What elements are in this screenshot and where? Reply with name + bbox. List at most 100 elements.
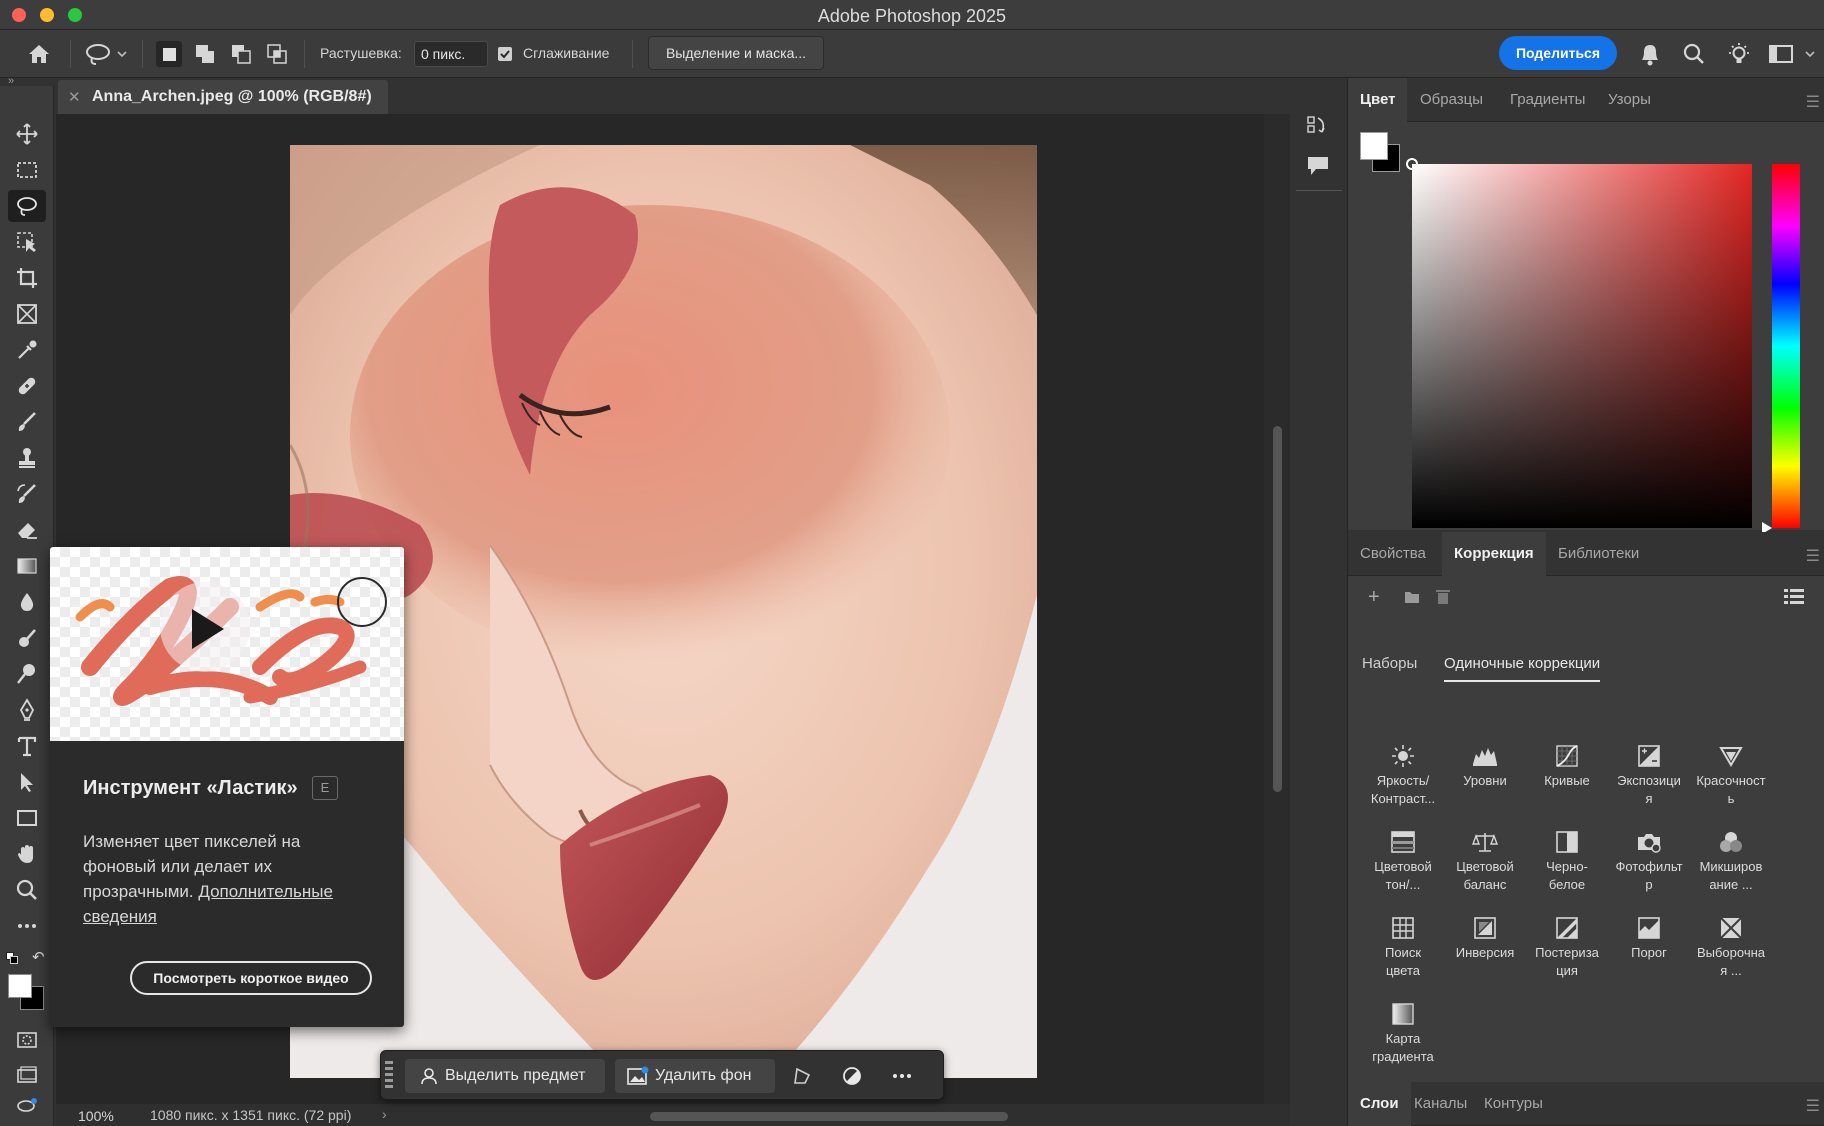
rectangle-tool[interactable]: [8, 802, 46, 834]
tab-channels[interactable]: Каналы: [1402, 1082, 1479, 1126]
tab-single-adjustments[interactable]: Одиночные коррекции: [1444, 655, 1601, 682]
search-button[interactable]: [1682, 41, 1706, 67]
vertical-scrollbar[interactable]: [1264, 114, 1290, 1104]
scroll-thumb[interactable]: [1273, 426, 1282, 792]
intersect-selection-button[interactable]: [264, 41, 290, 67]
brush-tool[interactable]: [8, 406, 46, 438]
add-adjustment-button[interactable]: +: [1368, 586, 1380, 609]
swap-colors-icon[interactable]: ↶: [32, 948, 45, 966]
adjustment-vibrance[interactable]: Красочност ь: [1690, 744, 1772, 808]
tab-libraries[interactable]: Библиотеки: [1546, 532, 1651, 576]
hand-tool[interactable]: [8, 838, 46, 870]
tab-swatches[interactable]: Образцы: [1408, 78, 1495, 122]
history-brush-tool[interactable]: [8, 478, 46, 510]
path-select-tool[interactable]: [8, 766, 46, 798]
healing-brush-tool[interactable]: [8, 370, 46, 402]
screen-mode-button[interactable]: [8, 1060, 46, 1092]
adjustment-color-balance[interactable]: Цветовой баланс: [1444, 830, 1526, 894]
panel-menu-icon[interactable]: ☰: [1806, 546, 1820, 566]
new-selection-button[interactable]: [156, 41, 182, 67]
object-select-tool[interactable]: [8, 226, 46, 258]
tab-patterns[interactable]: Узоры: [1596, 78, 1663, 122]
pen-tool[interactable]: [8, 694, 46, 726]
color-picker-field[interactable]: [1412, 164, 1752, 528]
adjustment-levels[interactable]: Уровни: [1444, 744, 1526, 790]
select-and-mask-button[interactable]: Выделение и маска...: [648, 36, 824, 70]
list-view-button[interactable]: [1784, 588, 1804, 606]
horizontal-scroll-thumb[interactable]: [650, 1112, 1008, 1121]
select-subject-button[interactable]: Выделить предмет: [405, 1059, 605, 1093]
tab-presets[interactable]: Наборы: [1362, 655, 1417, 672]
adjustment-selective-color[interactable]: Выборочна я ...: [1690, 916, 1772, 980]
default-colors-icon[interactable]: [6, 952, 18, 964]
panel-menu-icon[interactable]: ☰: [1806, 92, 1820, 112]
dodge-tool[interactable]: [8, 658, 46, 690]
eraser-tool[interactable]: [8, 514, 46, 546]
document-tab[interactable]: ✕ Anna_Archen.jpeg @ 100% (RGB/8#): [58, 80, 388, 114]
zoom-level[interactable]: 100%: [78, 1108, 114, 1124]
new-group-button[interactable]: [1404, 590, 1420, 604]
quick-mask-button[interactable]: [8, 1024, 46, 1056]
feather-input[interactable]: 0 пикс.: [414, 41, 488, 67]
delete-button[interactable]: [1436, 589, 1450, 604]
discover-button[interactable]: [1726, 41, 1752, 67]
tab-adjustments[interactable]: Коррекция: [1442, 532, 1546, 576]
adjustment-black-white[interactable]: Черно- белое: [1526, 830, 1608, 894]
history-panel-button[interactable]: [1306, 114, 1330, 140]
clone-stamp-tool[interactable]: [8, 442, 46, 474]
adjustment-curves[interactable]: Кривые: [1526, 744, 1608, 790]
smudge-tool[interactable]: [8, 622, 46, 654]
workspace-button[interactable]: [1768, 41, 1818, 67]
zoom-tool[interactable]: [8, 874, 46, 906]
adjustment-brightness-contrast[interactable]: Яркость/ Контраст...: [1362, 744, 1444, 808]
adjustment-button[interactable]: [841, 1065, 863, 1087]
adjustment-hue-saturation[interactable]: Цветовой тон/...: [1362, 830, 1444, 894]
blur-tool[interactable]: [8, 586, 46, 618]
lasso-preset-button[interactable]: [84, 41, 128, 67]
close-document-icon[interactable]: ✕: [68, 88, 81, 106]
adjustment-gradient-map[interactable]: Карта градиента: [1362, 1002, 1444, 1066]
foreground-color-swatch[interactable]: [8, 974, 32, 998]
adjustment-invert[interactable]: Инверсия: [1444, 916, 1526, 962]
marquee-tool[interactable]: [8, 154, 46, 186]
adjustment-channel-mixer[interactable]: Микширов ание ...: [1690, 830, 1772, 894]
tab-gradients[interactable]: Градиенты: [1498, 78, 1597, 122]
home-button[interactable]: [26, 41, 52, 67]
eyedropper-tool[interactable]: [8, 334, 46, 366]
tab-paths[interactable]: Контуры: [1472, 1082, 1555, 1126]
comments-panel-button[interactable]: [1306, 154, 1330, 178]
antialias-checkbox[interactable]: [498, 47, 512, 61]
panel-menu-icon[interactable]: ☰: [1806, 1096, 1820, 1116]
adjustment-label: Экспозици я: [1617, 773, 1681, 806]
adjustment-exposure[interactable]: Экспозици я: [1608, 744, 1690, 808]
hue-slider[interactable]: [1772, 164, 1800, 528]
adjustment-color-lookup[interactable]: Поиск цвета: [1362, 916, 1444, 980]
type-tool[interactable]: [8, 730, 46, 762]
frame-tool[interactable]: [8, 298, 46, 330]
drag-handle-icon[interactable]: [385, 1061, 393, 1091]
subtract-selection-button[interactable]: [228, 41, 254, 67]
remove-background-button[interactable]: Удалить фон: [615, 1059, 775, 1093]
tab-properties[interactable]: Свойства: [1348, 532, 1438, 576]
play-icon[interactable]: [176, 599, 236, 659]
lasso-tool[interactable]: [8, 190, 46, 222]
add-selection-button[interactable]: [192, 41, 218, 67]
transform-button[interactable]: [791, 1065, 813, 1087]
more-tools-button[interactable]: [8, 910, 46, 942]
share-button[interactable]: Поделиться: [1499, 36, 1617, 70]
chevron-right-icon[interactable]: ›: [382, 1106, 387, 1122]
adjustment-threshold[interactable]: Порог: [1608, 916, 1690, 962]
tooltip-video-preview[interactable]: [50, 547, 404, 741]
adjustment-posterize[interactable]: Постериза ция: [1526, 916, 1608, 980]
move-tool[interactable]: [8, 118, 46, 150]
gen-fill-button[interactable]: [8, 1092, 46, 1124]
more-options-button[interactable]: [891, 1065, 913, 1087]
notifications-button[interactable]: [1638, 41, 1662, 67]
foreground-swatch[interactable]: [1360, 132, 1388, 160]
crop-tool[interactable]: [8, 262, 46, 294]
color-picker-cursor[interactable]: [1406, 158, 1418, 170]
adjustment-photo-filter[interactable]: Фотофильт р: [1608, 830, 1690, 894]
watch-video-button[interactable]: Посмотреть короткое видео: [130, 961, 372, 995]
tab-color[interactable]: Цвет: [1348, 78, 1408, 122]
gradient-tool[interactable]: [8, 550, 46, 582]
